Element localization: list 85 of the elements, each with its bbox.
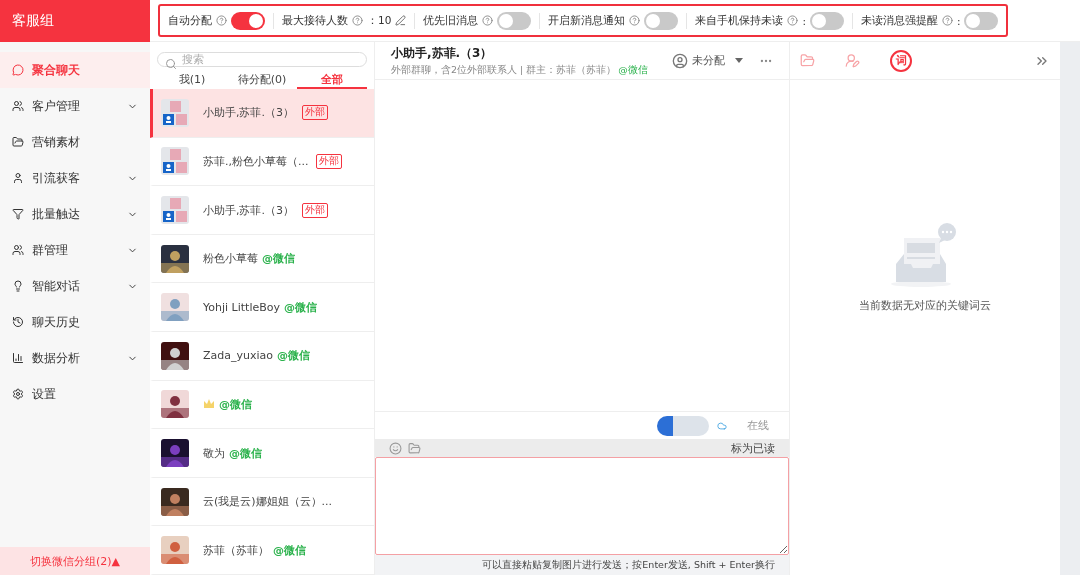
setting-label: 未读消息强提醒	[860, 13, 938, 28]
contact-name: 苏菲.,粉色小草莓（...	[203, 153, 309, 169]
channel-label: @微信	[284, 299, 317, 315]
crown-icon	[203, 398, 215, 411]
sidebar-title: 客服组	[0, 0, 150, 42]
colon: :	[802, 14, 806, 27]
channel-label: @微信	[262, 251, 295, 267]
group-avatar-icon	[161, 196, 189, 225]
group-avatar-icon	[161, 147, 189, 176]
help-icon[interactable]	[352, 15, 363, 26]
menu-icon	[12, 244, 24, 256]
setting-label: 自动分配	[168, 13, 212, 28]
menu-icon	[12, 208, 24, 220]
menu-icon	[12, 64, 24, 76]
setting-label: 优先旧消息	[423, 13, 479, 28]
contact-name: 苏菲（苏菲）	[203, 542, 269, 558]
toggle-switch[interactable]	[644, 11, 679, 30]
colon: :	[956, 14, 961, 27]
channel-label: @微信	[277, 348, 311, 364]
group-avatar-icon	[161, 98, 189, 127]
edit-icon[interactable]	[395, 15, 407, 26]
setting-label: 开启新消息通知	[548, 13, 626, 28]
help-icon[interactable]	[787, 15, 799, 26]
contact-name: 云(我是云)娜姐姐（云）...	[203, 494, 333, 510]
input-hint: 可以直接粘贴复制图片进行发送；按Enter发送, Shift + Enter换行	[375, 555, 789, 575]
sidebar-item[interactable]: 客户管理	[0, 88, 150, 124]
emoji-icon[interactable]	[389, 441, 402, 455]
sidebar-item[interactable]: 聊天历史	[0, 304, 150, 340]
channel-label: @微信	[618, 63, 648, 77]
mark-read-button[interactable]: 标为已读	[731, 440, 775, 456]
sidebar-item[interactable]: 数据分析	[0, 340, 150, 376]
setting-label: 最大接待人数	[282, 13, 348, 28]
sidebar-item[interactable]: 营销素材	[0, 124, 150, 160]
setting-value: ：10	[367, 13, 392, 28]
toggle-switch[interactable]	[964, 11, 999, 30]
help-icon[interactable]	[216, 15, 227, 26]
menu-icon	[12, 352, 24, 364]
menu-icon	[12, 280, 24, 292]
menu-icon	[12, 100, 24, 112]
external-tag: 外部	[316, 153, 343, 169]
sidebar-item[interactable]: 设置	[0, 376, 150, 412]
contact-name: Zada_yuxiao	[203, 349, 274, 363]
channel-label: @微信	[219, 396, 252, 412]
tab[interactable]: 我(1)	[157, 71, 227, 90]
chat-title: 小助手,苏菲.（3）	[391, 44, 494, 62]
toggle-switch[interactable]	[809, 11, 844, 30]
keyword-tab[interactable]: 词	[890, 49, 912, 72]
contact-name: 小助手,苏菲.（3）	[203, 202, 294, 218]
menu-icon	[12, 388, 24, 400]
blurred-avatar	[657, 415, 709, 436]
search-field[interactable]: 搜索	[157, 52, 367, 67]
folder-tab[interactable]	[800, 53, 815, 68]
external-tag: 外部	[302, 105, 328, 121]
contact-name: 粉色小草莓	[203, 251, 258, 267]
contact-row[interactable]: 小助手,苏菲.（3） 外部	[150, 89, 374, 138]
sidebar-item[interactable]: 智能对话	[0, 268, 150, 304]
folder-icon[interactable]	[408, 441, 421, 455]
message-input[interactable]	[375, 457, 789, 555]
search-icon	[165, 58, 177, 70]
menu-icon	[12, 136, 24, 148]
menu-icon	[12, 172, 24, 184]
contact-name: 小助手,苏菲.（3）	[203, 105, 294, 121]
channel-label: @微信	[273, 542, 306, 558]
sidebar-item[interactable]: 群管理	[0, 232, 150, 268]
assignee-dropdown[interactable]: 未分配	[672, 52, 743, 69]
channel-label: @微信	[229, 445, 262, 461]
setting-label: 来自手机保持未读	[695, 13, 784, 28]
empty-message: 当前数据无对应的关键词云	[859, 298, 991, 313]
help-icon[interactable]	[629, 15, 641, 26]
toggle-switch[interactable]	[497, 11, 532, 30]
toggle-switch[interactable]	[231, 11, 265, 30]
cloud-icon	[717, 420, 727, 431]
chat-subtitle: 外部群聊，含2位外部联系人 | 群主：苏菲（苏菲）	[391, 63, 617, 77]
sidebar-item[interactable]: 引流获客	[0, 160, 150, 196]
help-icon[interactable]	[941, 15, 953, 26]
contact-name: Yohji LittleBoy	[203, 300, 280, 314]
help-icon[interactable]	[482, 15, 494, 26]
contact-tab[interactable]	[845, 53, 860, 68]
online-status: 在线	[747, 418, 769, 433]
sidebar-item[interactable]: 批量触达	[0, 196, 150, 232]
tab[interactable]: 待分配(0)	[227, 71, 297, 90]
user-icon	[672, 52, 688, 69]
external-tag: 外部	[302, 202, 328, 218]
menu-icon	[12, 316, 24, 328]
contact-name: 敬为	[203, 445, 225, 461]
